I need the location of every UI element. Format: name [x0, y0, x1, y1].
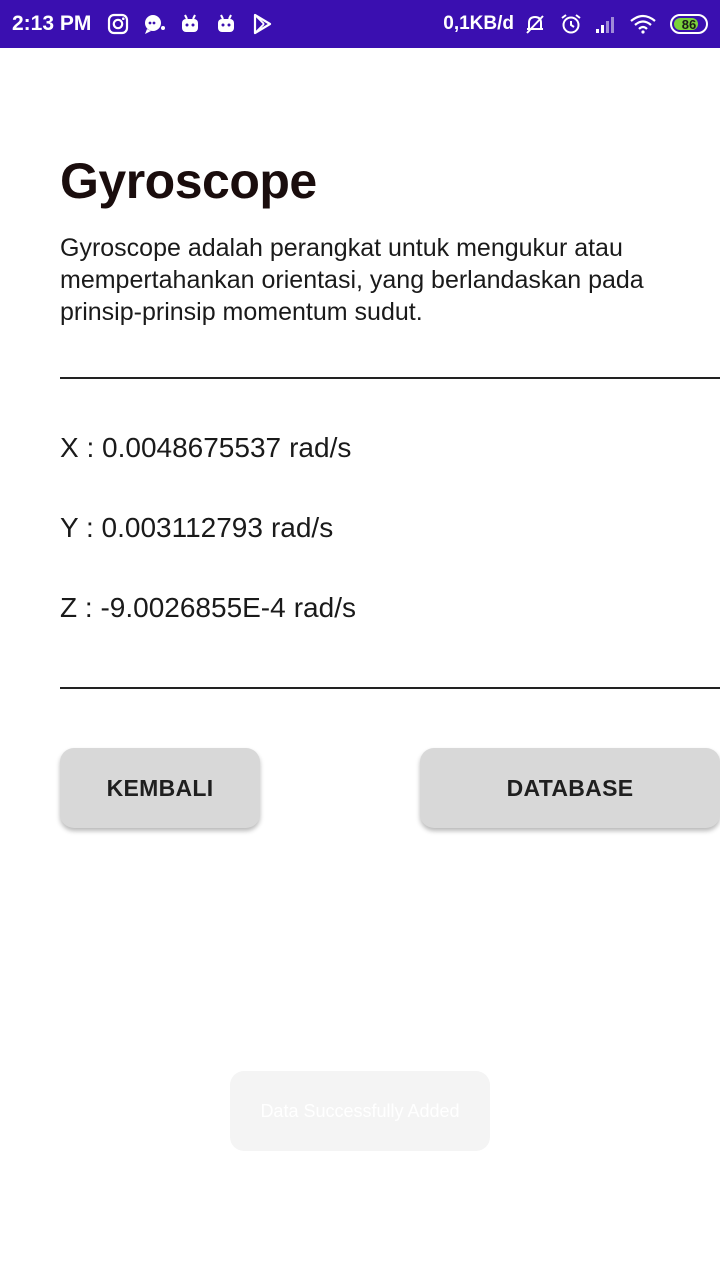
back-button[interactable]: KEMBALI: [60, 748, 260, 828]
status-right: 0,1KB/d 86: [443, 11, 708, 37]
status-time: 2:13 PM: [12, 12, 92, 35]
signal-icon: [594, 11, 620, 37]
reading-x-value: 0.0048675537: [102, 432, 282, 463]
battery-level: 86: [681, 16, 697, 32]
reading-y: Y : 0.003112793 rad/s: [60, 512, 333, 544]
wifi-icon: [630, 11, 656, 37]
divider-top: [60, 377, 720, 379]
reading-z-unit: rad/s: [293, 592, 356, 623]
battery-icon: 86: [670, 14, 708, 34]
page-title: Gyroscope: [60, 153, 317, 209]
page-description: Gyroscope adalah perangkat untuk menguku…: [60, 234, 644, 326]
chat-bubble-icon: [141, 11, 167, 37]
network-speed: 0,1KB/d: [443, 13, 514, 34]
instagram-icon: [105, 11, 131, 37]
android-icon: [213, 11, 239, 37]
alarm-icon: [558, 11, 584, 37]
toast-message: Data Successfully Added: [230, 1071, 490, 1151]
reading-y-value: 0.003112793: [101, 512, 263, 543]
reading-x-unit: rad/s: [289, 432, 352, 463]
play-store-icon: [249, 11, 275, 37]
reading-x: X : 0.0048675537 rad/s: [60, 432, 351, 464]
divider-bottom: [60, 687, 720, 689]
bell-muted-icon: [522, 11, 548, 37]
android-icon: [177, 11, 203, 37]
database-button[interactable]: DATABASE: [420, 748, 720, 828]
reading-y-label: Y :: [60, 512, 94, 543]
reading-x-label: X :: [60, 432, 95, 463]
reading-z-label: Z :: [60, 592, 93, 623]
reading-z: Z : -9.0026855E-4 rad/s: [60, 592, 356, 624]
status-bar: 2:13 PM 0,1KB/d 86: [0, 0, 720, 48]
reading-y-unit: rad/s: [270, 512, 334, 543]
reading-z-value: -9.0026855E-4: [100, 592, 286, 623]
